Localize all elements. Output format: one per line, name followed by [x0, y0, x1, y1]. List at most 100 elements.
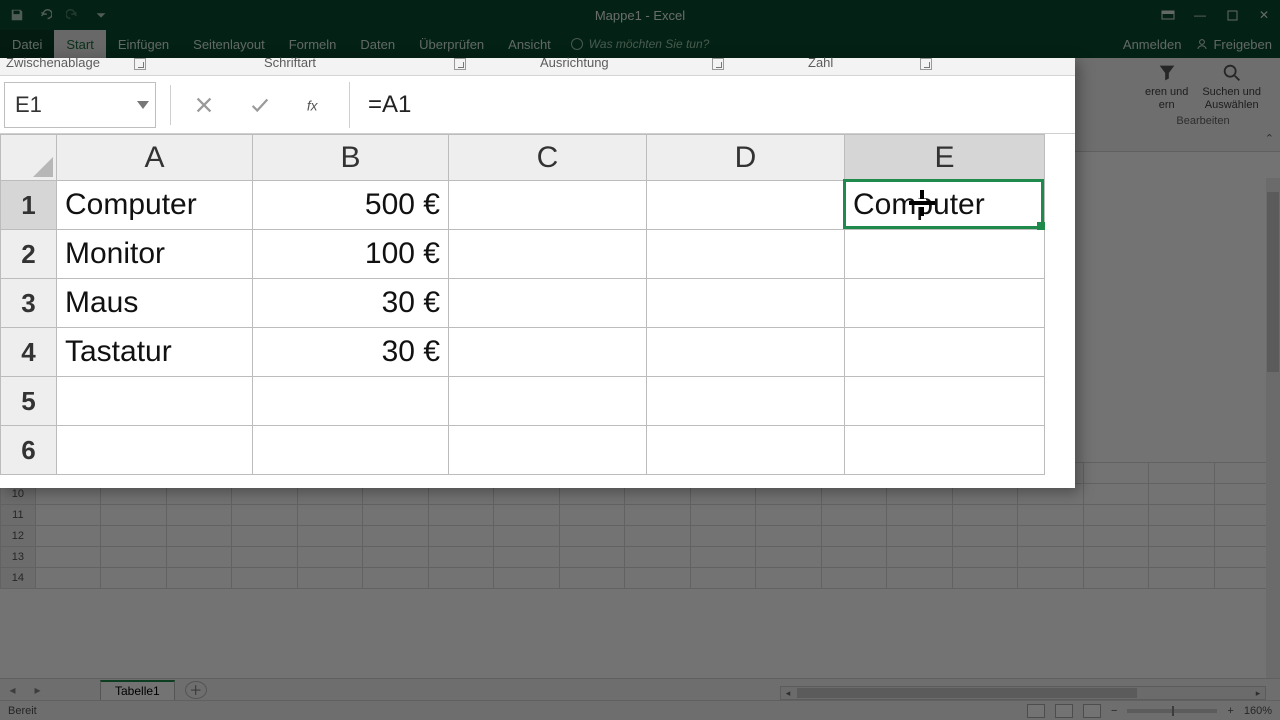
col-header-D[interactable]: D	[647, 135, 845, 181]
cell[interactable]	[690, 567, 755, 588]
cell-C3[interactable]	[449, 279, 647, 328]
cell[interactable]	[101, 546, 166, 567]
row-header-5[interactable]: 5	[1, 377, 57, 426]
zoom-in-button[interactable]: +	[1227, 705, 1233, 717]
vertical-scrollbar[interactable]	[1266, 178, 1280, 680]
cell[interactable]	[494, 504, 559, 525]
cell[interactable]	[952, 525, 1017, 546]
zoom-grid[interactable]: A B C D E 1 Computer 500 € Computer 2 Mo…	[0, 134, 1075, 475]
row-header-14[interactable]: 14	[1, 567, 36, 588]
cell[interactable]	[1149, 462, 1214, 483]
cell[interactable]	[297, 567, 362, 588]
cell[interactable]	[35, 546, 100, 567]
tab-insert[interactable]: Einfügen	[106, 30, 181, 58]
cell-A3[interactable]: Maus	[57, 279, 253, 328]
tab-review[interactable]: Überprüfen	[407, 30, 496, 58]
minimize-button[interactable]: —	[1184, 0, 1216, 30]
cell-B6[interactable]	[253, 426, 449, 475]
cell-E3[interactable]	[845, 279, 1045, 328]
cell[interactable]	[887, 525, 952, 546]
cell[interactable]	[101, 525, 166, 546]
cell-D2[interactable]	[647, 230, 845, 279]
cell[interactable]	[166, 525, 231, 546]
cell[interactable]	[428, 504, 493, 525]
sort-filter-button[interactable]: eren und ern	[1145, 62, 1188, 111]
cell[interactable]	[625, 567, 690, 588]
cell[interactable]	[821, 525, 886, 546]
cell[interactable]	[625, 504, 690, 525]
cell[interactable]	[494, 525, 559, 546]
cell-E5[interactable]	[845, 377, 1045, 426]
zoom-slider[interactable]	[1127, 709, 1217, 713]
zoom-out-button[interactable]: −	[1111, 705, 1117, 717]
cell[interactable]	[887, 567, 952, 588]
cell-C6[interactable]	[449, 426, 647, 475]
cell[interactable]	[952, 546, 1017, 567]
cell[interactable]	[297, 546, 362, 567]
cell-C4[interactable]	[449, 328, 647, 377]
cell-A5[interactable]	[57, 377, 253, 426]
cell-B1[interactable]: 500 €	[253, 181, 449, 230]
name-box[interactable]: E1	[4, 82, 156, 128]
cell[interactable]	[35, 504, 100, 525]
cell[interactable]	[756, 525, 821, 546]
row-header-12[interactable]: 12	[1, 525, 36, 546]
cell[interactable]	[1018, 546, 1083, 567]
row-header-4[interactable]: 4	[1, 328, 57, 377]
cell-D1[interactable]	[647, 181, 845, 230]
cell-D4[interactable]	[647, 328, 845, 377]
cell[interactable]	[559, 546, 624, 567]
share-button[interactable]: Freigeben	[1195, 37, 1272, 52]
row-header-3[interactable]: 3	[1, 279, 57, 328]
col-header-B[interactable]: B	[253, 135, 449, 181]
tab-view[interactable]: Ansicht	[496, 30, 563, 58]
cell[interactable]	[363, 525, 428, 546]
row-header-1[interactable]: 1	[1, 181, 57, 230]
maximize-button[interactable]	[1216, 0, 1248, 30]
cell-B5[interactable]	[253, 377, 449, 426]
cell[interactable]	[166, 546, 231, 567]
cell[interactable]	[232, 525, 297, 546]
cell[interactable]	[1149, 546, 1214, 567]
cell[interactable]	[35, 525, 100, 546]
view-normal-button[interactable]	[1027, 704, 1045, 718]
cell-A1[interactable]: Computer	[57, 181, 253, 230]
cell-B4[interactable]: 30 €	[253, 328, 449, 377]
tab-pagelayout[interactable]: Seitenlayout	[181, 30, 277, 58]
cell[interactable]	[428, 546, 493, 567]
cell[interactable]	[821, 546, 886, 567]
cell-D5[interactable]	[647, 377, 845, 426]
tab-data[interactable]: Daten	[348, 30, 407, 58]
cell[interactable]	[101, 567, 166, 588]
cell[interactable]	[952, 504, 1017, 525]
cell[interactable]	[1018, 504, 1083, 525]
cell-A2[interactable]: Monitor	[57, 230, 253, 279]
cell-D6[interactable]	[647, 426, 845, 475]
cell[interactable]	[297, 525, 362, 546]
cell-D3[interactable]	[647, 279, 845, 328]
cell[interactable]	[559, 567, 624, 588]
view-pagelayout-button[interactable]	[1055, 704, 1073, 718]
cell-E1[interactable]: Computer	[845, 181, 1045, 230]
row-header-6[interactable]: 6	[1, 426, 57, 475]
close-button[interactable]: ✕	[1248, 0, 1280, 30]
tab-formulas[interactable]: Formeln	[277, 30, 349, 58]
chevron-down-icon[interactable]	[137, 101, 149, 109]
cell-C2[interactable]	[449, 230, 647, 279]
cell[interactable]	[363, 567, 428, 588]
dialog-launcher-icon[interactable]	[920, 58, 932, 70]
cell-E4[interactable]	[845, 328, 1045, 377]
horizontal-scrollbar[interactable]: ◂▸	[780, 686, 1266, 700]
cell[interactable]	[690, 525, 755, 546]
cell[interactable]	[428, 567, 493, 588]
tab-file[interactable]: Datei	[0, 30, 54, 58]
view-pagebreak-button[interactable]	[1083, 704, 1101, 718]
cell[interactable]	[1083, 525, 1148, 546]
cell[interactable]	[297, 504, 362, 525]
row-header-13[interactable]: 13	[1, 546, 36, 567]
tell-me-box[interactable]: Was möchten Sie tun?	[571, 30, 710, 58]
row-header-11[interactable]: 11	[1, 504, 36, 525]
cell[interactable]	[232, 546, 297, 567]
cell[interactable]	[690, 504, 755, 525]
col-header-E[interactable]: E	[845, 135, 1045, 181]
